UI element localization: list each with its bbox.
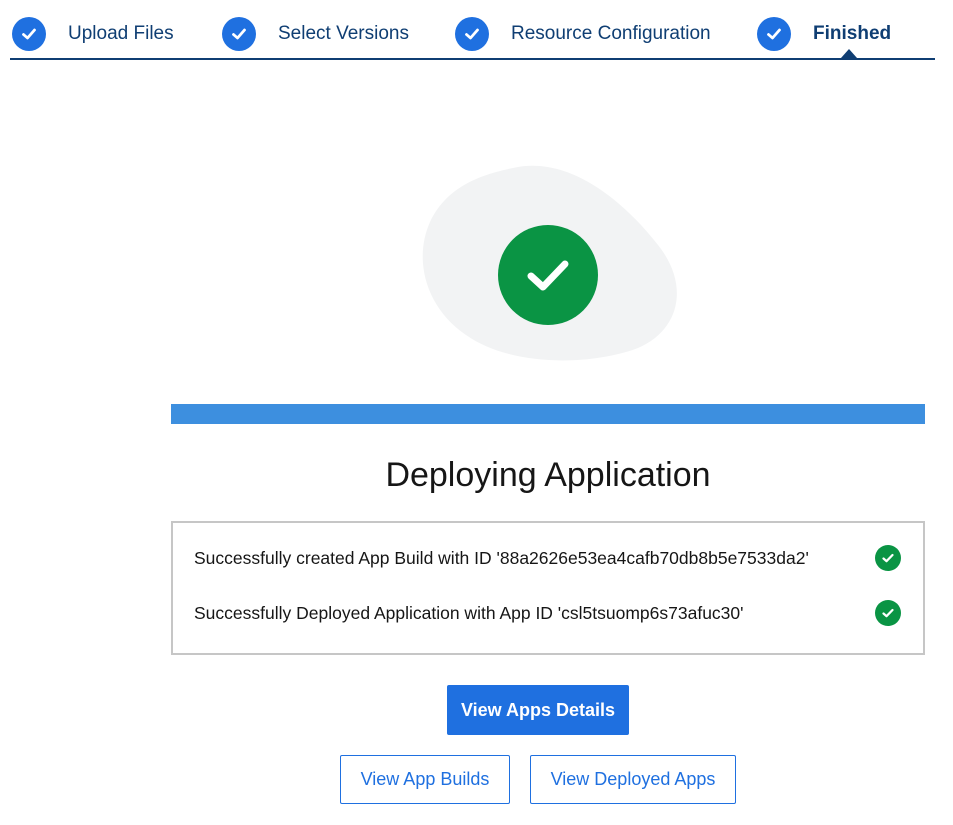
progress-fill (171, 404, 925, 424)
log-message: Successfully created App Build with ID '… (194, 547, 809, 568)
progress-stepper: Upload Files Select Versions Resource Co… (10, 0, 935, 60)
success-check-icon (875, 600, 901, 626)
success-check-icon (875, 545, 901, 571)
deployment-wizard-page: Upload Files Select Versions Resource Co… (0, 0, 953, 825)
step-check-icon (757, 17, 791, 51)
log-item: Successfully Deployed Application with A… (194, 599, 901, 627)
deployment-log: Successfully created App Build with ID '… (171, 521, 925, 655)
deploy-progress-bar (171, 404, 925, 424)
step-resource-configuration[interactable]: Resource Configuration (455, 17, 711, 51)
step-label: Select Versions (278, 23, 409, 44)
current-step-indicator (841, 49, 857, 58)
view-deployed-apps-button[interactable]: View Deployed Apps (530, 755, 736, 804)
page-title: Deploying Application (385, 456, 711, 494)
log-item: Successfully created App Build with ID '… (194, 544, 901, 572)
log-message: Successfully Deployed Application with A… (194, 602, 744, 623)
step-check-icon (12, 17, 46, 51)
step-label: Resource Configuration (511, 23, 711, 44)
step-check-icon (455, 17, 489, 51)
step-select-versions[interactable]: Select Versions (222, 17, 409, 51)
step-upload-files[interactable]: Upload Files (12, 17, 174, 51)
view-apps-details-button[interactable]: View Apps Details (447, 685, 629, 735)
success-check-icon (498, 225, 598, 325)
view-app-builds-button[interactable]: View App Builds (340, 755, 510, 804)
step-label: Finished (813, 23, 892, 44)
step-finished[interactable]: Finished (757, 17, 891, 51)
step-check-icon (222, 17, 256, 51)
step-label: Upload Files (68, 23, 174, 44)
